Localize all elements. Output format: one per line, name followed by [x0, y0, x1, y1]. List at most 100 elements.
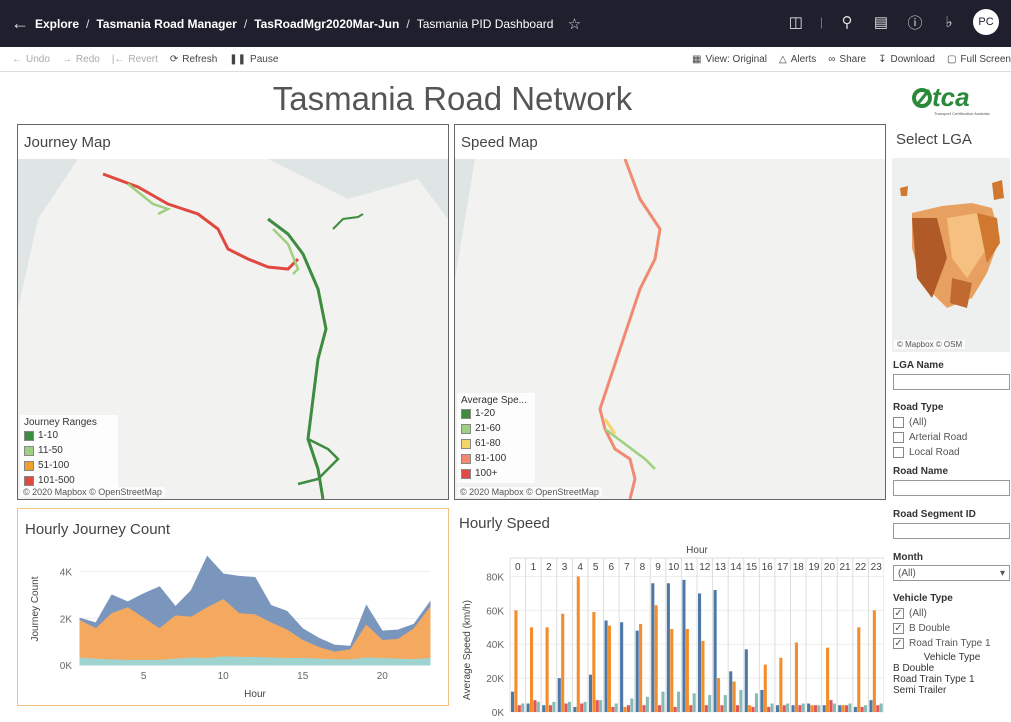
speed-bar[interactable]: [829, 700, 833, 712]
speed-bar[interactable]: [666, 583, 670, 712]
speed-bar[interactable]: [720, 705, 724, 712]
speed-bar[interactable]: [567, 701, 572, 712]
speed-bar[interactable]: [626, 705, 630, 712]
speed-bar[interactable]: [545, 627, 549, 712]
full-screen-button[interactable]: ▢ Full Screen: [947, 54, 1011, 65]
speed-bar[interactable]: [860, 706, 864, 712]
speed-bar[interactable]: [583, 701, 587, 712]
speed-bar[interactable]: [708, 695, 712, 712]
refresh-button[interactable]: ⟳ Refresh: [170, 54, 217, 65]
speed-bar[interactable]: [748, 705, 752, 712]
speed-bar[interactable]: [732, 681, 736, 712]
vehicle-legend-item[interactable]: B Double: [893, 663, 1011, 674]
speed-bar[interactable]: [536, 701, 540, 712]
speed-bar[interactable]: [864, 705, 868, 712]
speed-legend-item[interactable]: 100+: [461, 466, 531, 481]
speed-bar[interactable]: [701, 640, 705, 712]
speed-bar[interactable]: [521, 703, 525, 712]
speed-bar[interactable]: [845, 705, 849, 712]
speed-bar[interactable]: [533, 700, 537, 712]
speed-bar[interactable]: [826, 647, 830, 712]
speed-bar[interactable]: [832, 703, 836, 712]
speed-bar[interactable]: [813, 705, 817, 712]
speed-legend-item[interactable]: 81-100: [461, 451, 531, 466]
speed-bar[interactable]: [661, 691, 665, 712]
speed-bar[interactable]: [514, 610, 518, 712]
hourly-journey-chart[interactable]: 0K 2K 4K 5 10 15 20 Hour Journey Count: [18, 545, 448, 705]
speed-bar[interactable]: [573, 706, 577, 712]
speed-bar[interactable]: [807, 703, 811, 712]
checkbox[interactable]: [893, 447, 904, 458]
speed-bar[interactable]: [576, 576, 580, 712]
speed-bar[interactable]: [614, 703, 618, 712]
speed-bar[interactable]: [595, 700, 599, 712]
speed-legend-item[interactable]: 1-20: [461, 406, 531, 421]
speed-bar[interactable]: [872, 610, 876, 712]
lga-map[interactable]: [892, 158, 1010, 352]
road-type-option[interactable]: (All): [893, 415, 1011, 430]
checkbox[interactable]: [893, 432, 904, 443]
speed-bar[interactable]: [817, 705, 821, 712]
journey-legend-item[interactable]: 11-50: [24, 443, 114, 458]
speed-bar[interactable]: [607, 625, 611, 712]
speed-bar[interactable]: [801, 703, 805, 712]
journey-legend-item[interactable]: 51-100: [24, 458, 114, 473]
revert-button[interactable]: |← Revert: [112, 54, 158, 65]
speed-bar[interactable]: [682, 579, 686, 712]
vehicle-type-option[interactable]: ✓ Road Train Type 1: [893, 636, 1011, 650]
road-name-input[interactable]: [893, 480, 1010, 496]
speed-bar[interactable]: [770, 703, 774, 712]
download-button[interactable]: ↧ Download: [878, 54, 935, 65]
notifications-bell-icon[interactable]: ♭: [939, 12, 959, 32]
speed-bar[interactable]: [853, 706, 857, 712]
speed-bar[interactable]: [782, 705, 786, 712]
view-original-button[interactable]: ▦ View: Original: [692, 54, 767, 65]
speed-bar[interactable]: [588, 674, 593, 712]
checkbox[interactable]: ✓: [893, 638, 904, 649]
speed-bar[interactable]: [841, 705, 845, 712]
vehicle-legend-item[interactable]: Road Train Type 1: [893, 674, 1011, 685]
speed-bar[interactable]: [623, 706, 627, 712]
speed-legend-item[interactable]: 61-80: [461, 436, 531, 451]
speed-bar[interactable]: [767, 706, 771, 712]
vehicle-legend-item[interactable]: Semi Trailer: [893, 685, 1011, 696]
speed-bar[interactable]: [658, 705, 662, 712]
breadcrumb-explore[interactable]: Explore: [35, 17, 79, 31]
speed-bar[interactable]: [876, 705, 880, 712]
custom-views-icon[interactable]: ▤: [871, 12, 891, 32]
speed-bar[interactable]: [611, 706, 615, 712]
speed-bar[interactable]: [639, 623, 643, 712]
speed-bar[interactable]: [557, 678, 561, 712]
user-avatar[interactable]: PC: [973, 9, 999, 35]
search-icon[interactable]: ⚲: [837, 12, 857, 32]
speed-bar[interactable]: [775, 705, 780, 712]
pause-button[interactable]: ❚❚ Pause: [229, 54, 278, 65]
speed-bar[interactable]: [716, 678, 721, 712]
speed-bar[interactable]: [645, 696, 649, 712]
speed-bar[interactable]: [635, 630, 639, 712]
speed-bar[interactable]: [810, 705, 814, 712]
speed-bar[interactable]: [685, 628, 689, 712]
speed-bar[interactable]: [704, 705, 708, 712]
speed-bar[interactable]: [713, 590, 717, 712]
speed-bar[interactable]: [604, 620, 608, 712]
alerts-button[interactable]: △ Alerts: [779, 54, 816, 65]
speed-bar[interactable]: [848, 703, 852, 712]
speed-bar[interactable]: [599, 700, 603, 712]
speed-bar[interactable]: [735, 705, 740, 712]
speed-bar[interactable]: [654, 605, 658, 712]
speed-bar[interactable]: [760, 689, 764, 712]
speed-bar[interactable]: [723, 695, 727, 712]
road-type-option[interactable]: Local Road: [893, 445, 1011, 460]
speed-bar[interactable]: [879, 703, 883, 712]
road-segment-input[interactable]: [893, 523, 1010, 539]
speed-bar[interactable]: [548, 705, 553, 712]
speed-bar[interactable]: [670, 628, 674, 712]
speed-bar[interactable]: [779, 657, 783, 712]
speed-bar[interactable]: [838, 705, 842, 712]
speed-bar[interactable]: [552, 701, 556, 712]
speed-bar[interactable]: [698, 593, 702, 712]
favorite-star-icon[interactable]: ☆: [564, 14, 584, 34]
speed-bar[interactable]: [692, 693, 696, 712]
speed-bar[interactable]: [822, 705, 826, 712]
